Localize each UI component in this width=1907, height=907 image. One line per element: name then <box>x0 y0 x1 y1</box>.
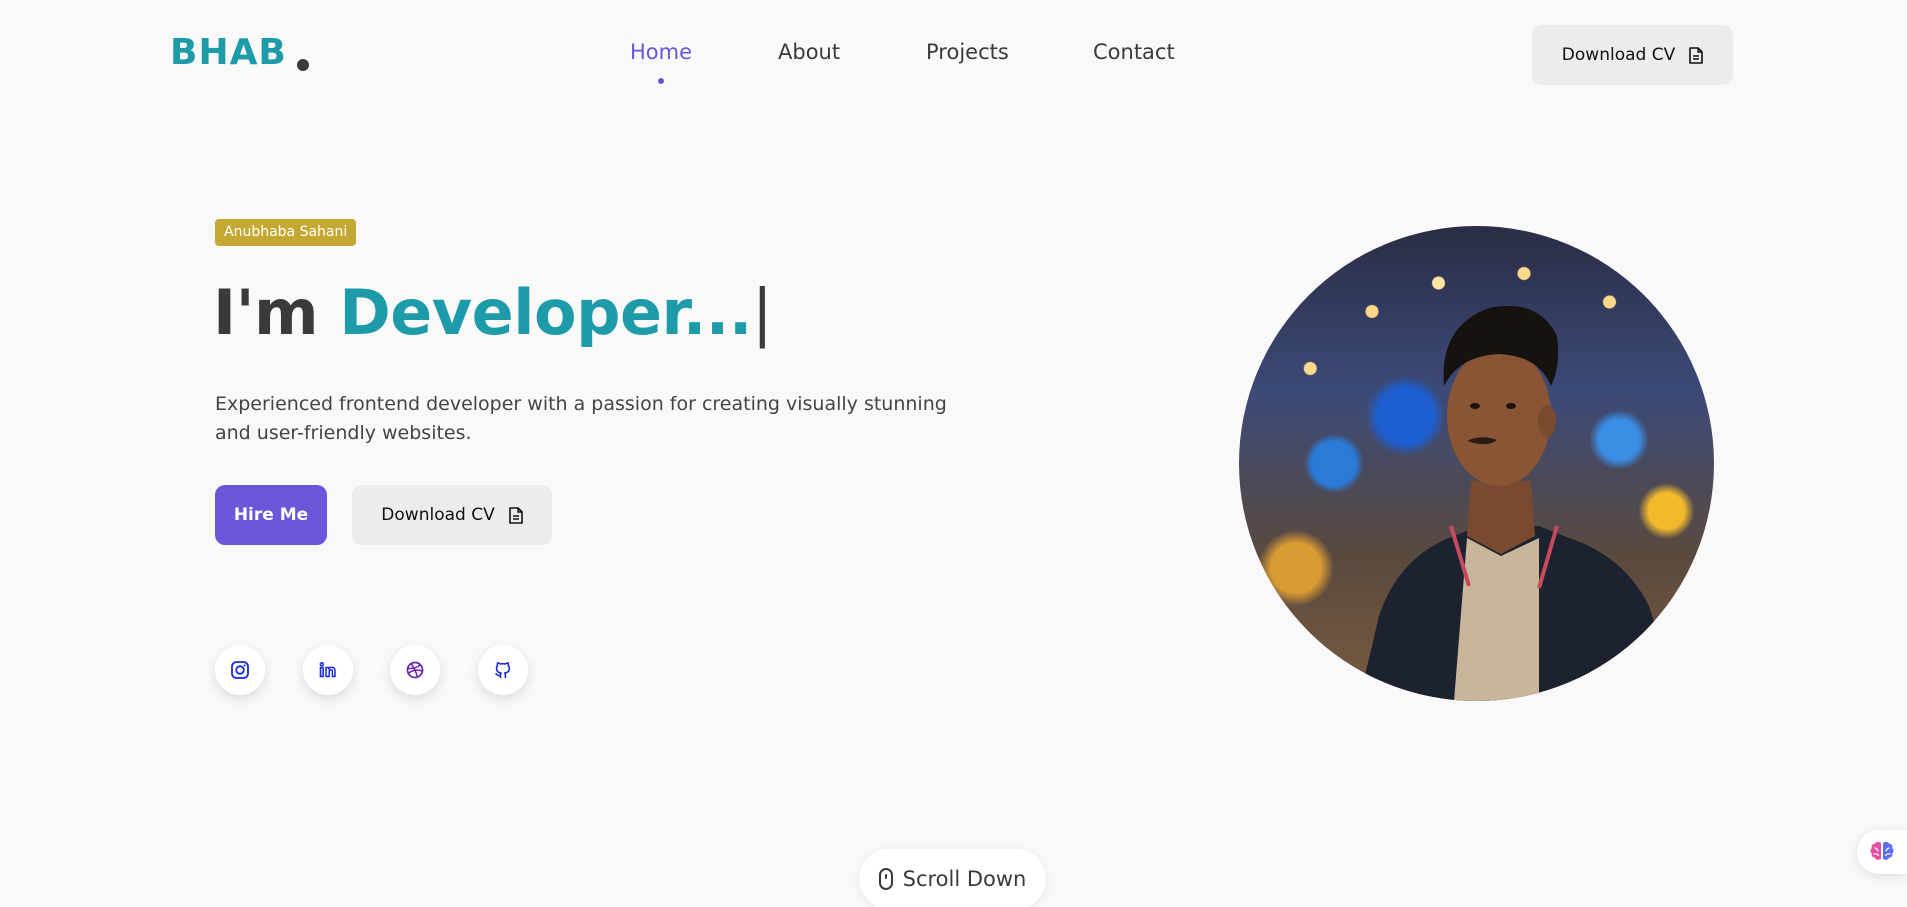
mouse-icon <box>878 868 893 890</box>
nav-about[interactable]: About <box>778 40 840 64</box>
nav-contact[interactable]: Contact <box>1093 40 1175 64</box>
dribbble-icon <box>406 661 424 679</box>
dribbble-link[interactable] <box>390 645 440 695</box>
hero-headline: I'm Developer...| <box>213 276 773 349</box>
linkedin-icon <box>319 661 336 678</box>
instagram-icon <box>231 661 249 679</box>
brain-icon <box>1870 841 1894 860</box>
hero-download-cv-label: Download CV <box>381 505 495 525</box>
nav-home[interactable]: Home <box>630 40 693 84</box>
scroll-down-button[interactable]: Scroll Down <box>859 849 1046 907</box>
github-link[interactable] <box>478 645 528 695</box>
active-indicator-dot <box>658 78 664 84</box>
nav-about-label: About <box>778 40 841 64</box>
document-icon <box>1689 46 1704 64</box>
document-icon <box>508 506 523 524</box>
nav-home-label: Home <box>630 40 693 64</box>
scroll-down-label: Scroll Down <box>902 867 1027 891</box>
hire-me-button[interactable]: Hire Me <box>215 485 327 545</box>
github-icon <box>495 662 511 679</box>
linkedin-link[interactable] <box>303 645 353 695</box>
assistant-widget-button[interactable] <box>1857 830 1907 874</box>
hero-download-cv-button[interactable]: Download CV <box>352 485 552 545</box>
portfolio-page: BHAB Home About Projects Contact Downloa… <box>0 0 1907 907</box>
headline-prefix: I'm <box>213 276 319 349</box>
hero-description: Experienced frontend developer with a pa… <box>215 393 947 444</box>
header-download-cv-label: Download CV <box>1561 45 1676 65</box>
nav-projects[interactable]: Projects <box>926 40 1009 64</box>
typing-cursor: | <box>751 276 773 349</box>
headline-typed-role: Developer... <box>339 276 752 349</box>
person-silhouette <box>1359 305 1679 701</box>
profile-photo <box>1239 226 1714 701</box>
name-badge: Anubhaba Sahani <box>215 219 357 246</box>
nav-contact-label: Contact <box>1093 40 1175 64</box>
instagram-link[interactable] <box>215 645 265 695</box>
nav-projects-label: Projects <box>926 40 1009 64</box>
header-download-cv-button[interactable]: Download CV <box>1532 25 1733 85</box>
